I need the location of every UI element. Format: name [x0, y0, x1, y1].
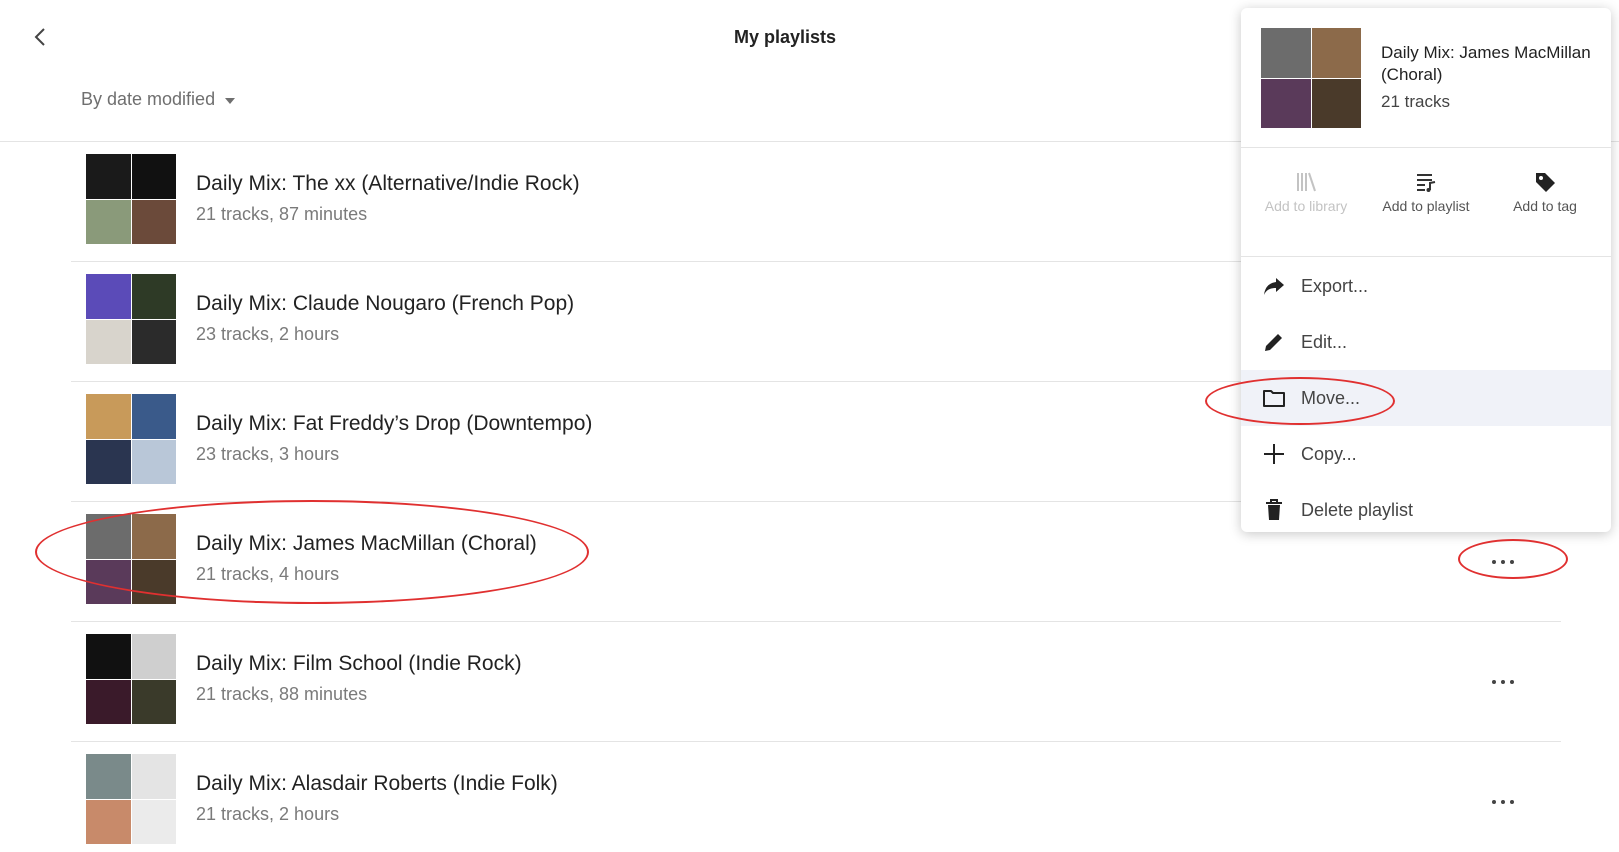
- export-menu-item[interactable]: Export...: [1241, 258, 1611, 314]
- context-menu-list: Export... Edit... Move... Copy... Delete…: [1241, 258, 1611, 532]
- playlist-cover: [86, 754, 176, 844]
- share-arrow-icon: [1264, 278, 1284, 295]
- add-to-playlist-button[interactable]: Add to playlist: [1366, 169, 1486, 215]
- context-menu-header: Daily Mix: James MacMillan (Choral) 21 t…: [1241, 8, 1611, 148]
- playlist-title: Daily Mix: Fat Freddy’s Drop (Downtempo): [196, 412, 593, 435]
- cover-tile: [131, 319, 176, 364]
- delete-playlist-label: Delete playlist: [1301, 499, 1414, 520]
- cover-tile: [131, 754, 176, 799]
- playlist-row[interactable]: Daily Mix: Alasdair Roberts (Indie Folk)…: [71, 742, 1561, 852]
- playlist-title: Daily Mix: Alasdair Roberts (Indie Folk): [196, 772, 558, 795]
- cover-tile: [131, 679, 176, 724]
- add-to-tag-button[interactable]: Add to tag: [1485, 169, 1605, 215]
- more-options-button[interactable]: [1481, 792, 1525, 812]
- edit-label: Edit...: [1301, 331, 1348, 352]
- cover-tile: [86, 154, 131, 199]
- delete-playlist-menu-item[interactable]: Delete playlist: [1241, 482, 1611, 532]
- cover-tile: [131, 514, 176, 559]
- cover-tile: [1261, 28, 1311, 78]
- playlist-meta: 23 tracks, 3 hours: [196, 444, 340, 464]
- cover-tile: [1311, 28, 1361, 78]
- context-menu-track-count: 21 tracks: [1381, 92, 1450, 111]
- copy-menu-item[interactable]: Copy...: [1241, 426, 1611, 482]
- cover-tile: [131, 439, 176, 484]
- caret-down-icon: [225, 97, 236, 104]
- cover-tile: [86, 559, 131, 604]
- playlist-title: Daily Mix: Claude Nougaro (French Pop): [196, 292, 575, 315]
- cover-tile: [1311, 78, 1361, 128]
- playlist-context-menu: Daily Mix: James MacMillan (Choral) 21 t…: [1241, 8, 1611, 532]
- edit-menu-item[interactable]: Edit...: [1241, 314, 1611, 370]
- cover-tile: [86, 274, 131, 319]
- cover-tile: [86, 754, 131, 799]
- playlist-row[interactable]: Daily Mix: Film School (Indie Rock) 21 t…: [71, 622, 1561, 742]
- export-label: Export...: [1301, 275, 1369, 296]
- playlist-meta: 23 tracks, 2 hours: [196, 324, 340, 344]
- playlist-meta: 21 tracks, 88 minutes: [196, 684, 368, 704]
- cover-tile: [86, 199, 131, 244]
- cover-tile: [131, 634, 176, 679]
- playlist-cover: [86, 394, 176, 484]
- more-options-button[interactable]: [1481, 672, 1525, 692]
- cover-tile: [86, 514, 131, 559]
- folder-icon: [1263, 390, 1285, 407]
- add-to-library-label: Add to library: [1264, 198, 1348, 214]
- cover-tile: [131, 199, 176, 244]
- playlist-cover: [86, 634, 176, 724]
- playlist-meta: 21 tracks, 4 hours: [196, 564, 340, 584]
- cover-tile: [86, 799, 131, 844]
- playlist-title: Daily Mix: The xx (Alternative/Indie Roc…: [196, 172, 580, 195]
- cover-tile: [131, 394, 176, 439]
- sort-dropdown[interactable]: By date modified: [81, 89, 236, 110]
- playlist-meta: 21 tracks, 2 hours: [196, 804, 340, 824]
- more-horizontal-icon: [1492, 560, 1496, 564]
- playlist-meta: 21 tracks, 87 minutes: [196, 204, 368, 224]
- playlist-add-icon: [1417, 174, 1436, 192]
- cover-tile: [1261, 78, 1311, 128]
- add-to-library-button[interactable]: Add to library: [1246, 169, 1366, 215]
- more-horizontal-icon: [1492, 680, 1496, 684]
- cover-tile: [86, 394, 131, 439]
- cover-tile: [131, 274, 176, 319]
- cover-tile: [131, 799, 176, 844]
- move-label: Move...: [1301, 387, 1361, 408]
- sort-label: By date modified: [81, 89, 216, 109]
- cover-tile: [131, 154, 176, 199]
- plus-icon: [1264, 444, 1284, 464]
- cover-tile: [86, 679, 131, 724]
- context-menu-title: Daily Mix: James MacMillan (Choral): [1381, 43, 1591, 84]
- cover-tile: [131, 559, 176, 604]
- trash-icon: [1266, 499, 1282, 520]
- copy-label: Copy...: [1301, 443, 1357, 464]
- cover-tile: [86, 439, 131, 484]
- pencil-icon: [1265, 334, 1282, 351]
- add-to-tag-label: Add to tag: [1513, 198, 1577, 214]
- more-options-button[interactable]: [1481, 552, 1525, 572]
- move-menu-item[interactable]: Move...: [1241, 370, 1611, 426]
- playlist-title: Daily Mix: Film School (Indie Rock): [196, 652, 522, 675]
- tag-icon: [1536, 173, 1555, 192]
- playlist-title: Daily Mix: James MacMillan (Choral): [196, 532, 537, 555]
- context-menu-cover: [1261, 28, 1361, 128]
- add-to-playlist-label: Add to playlist: [1382, 198, 1470, 214]
- playlist-cover: [86, 154, 176, 244]
- playlist-cover: [86, 274, 176, 364]
- cover-tile: [86, 319, 131, 364]
- playlist-cover: [86, 514, 176, 604]
- library-icon: [1297, 172, 1316, 192]
- more-horizontal-icon: [1492, 800, 1496, 804]
- cover-tile: [86, 634, 131, 679]
- context-menu-actions: Add to library Add to playlist Add to ta…: [1241, 149, 1611, 257]
